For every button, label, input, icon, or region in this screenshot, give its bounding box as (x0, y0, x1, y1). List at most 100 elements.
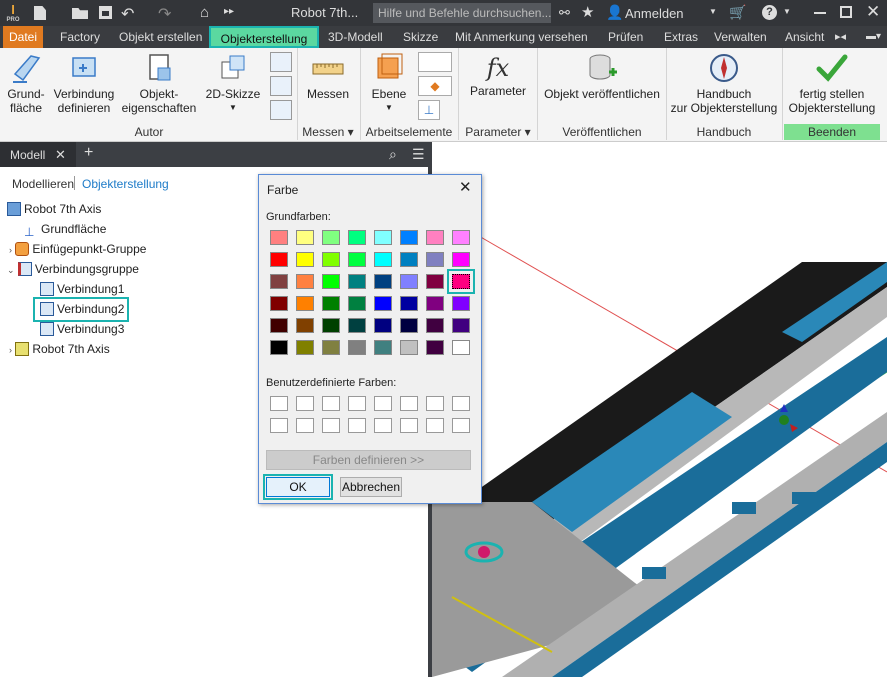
group-parameter-label[interactable]: Parameter ▾ (460, 124, 536, 140)
basic-color-swatch[interactable] (322, 296, 340, 311)
basic-color-swatch[interactable] (426, 296, 444, 311)
help-dropdown-icon[interactable]: ▼ (783, 7, 791, 16)
basic-color-swatch[interactable] (270, 340, 288, 355)
axis-tool-icon[interactable] (418, 52, 452, 72)
cart-icon[interactable]: 🛒 (729, 4, 746, 21)
custom-color-swatch[interactable] (348, 418, 366, 433)
basic-color-swatch[interactable] (452, 296, 470, 311)
handbuch-button[interactable]: Handbuch zur Objekterstellung (668, 52, 780, 120)
close-window-icon[interactable]: ✕ (866, 2, 880, 22)
basic-color-swatch[interactable] (296, 318, 314, 333)
tab-anmerkung[interactable]: Mit Anmerkung versehen (455, 26, 588, 48)
custom-color-swatch[interactable] (400, 396, 418, 411)
redo-icon[interactable]: ↷ (158, 4, 171, 24)
basic-color-swatch[interactable] (270, 230, 288, 245)
verbindung-definieren-button[interactable]: Verbindung definieren (50, 52, 118, 120)
basic-color-swatch[interactable] (322, 274, 340, 289)
tab-factory[interactable]: Factory (60, 26, 100, 48)
ok-button[interactable]: OK (263, 474, 333, 500)
basic-color-swatch[interactable] (452, 340, 470, 355)
basic-color-swatch[interactable] (348, 252, 366, 267)
help-search-input[interactable]: Hilfe und Befehle durchsuchen... (373, 3, 551, 23)
basic-color-swatch[interactable] (452, 252, 470, 267)
basic-color-swatch[interactable] (296, 274, 314, 289)
signin-link[interactable]: Anmelden (625, 6, 684, 21)
basic-color-swatch[interactable] (270, 274, 288, 289)
basic-color-swatch[interactable] (426, 340, 444, 355)
tab-objekterstellung[interactable]: Objekterstellung (209, 26, 319, 48)
basic-color-swatch[interactable] (426, 252, 444, 267)
custom-color-swatch[interactable] (452, 396, 470, 411)
objekt-eigenschaften-button[interactable]: Objekt- eigenschaften (118, 52, 200, 120)
tree-item-einfuegepunkt[interactable]: › Einfügepunkt-Gruppe (9, 241, 146, 257)
cancel-button[interactable]: Abbrechen (340, 477, 402, 497)
basic-color-swatch[interactable] (426, 230, 444, 245)
2d-skizze-button[interactable]: 2D-Skizze ▼ (202, 52, 264, 120)
custom-color-swatch[interactable] (322, 418, 340, 433)
basic-color-swatch[interactable] (400, 274, 418, 289)
grundflaeche-button[interactable]: Grund- fläche (2, 52, 50, 120)
tab-ansicht[interactable]: Ansicht (785, 26, 824, 48)
save-icon[interactable] (99, 6, 112, 19)
basic-color-swatch[interactable] (270, 318, 288, 333)
more-icon[interactable]: ▸▸ (224, 6, 234, 17)
custom-color-swatch[interactable] (426, 418, 444, 433)
tree-item-verbindung3[interactable]: Verbindung3 (40, 321, 124, 337)
basic-color-swatch[interactable] (296, 340, 314, 355)
tab-3d-modell[interactable]: 3D-Modell (328, 26, 383, 48)
tree-item-verbindung1[interactable]: Verbindung1 (40, 281, 124, 297)
tree-item-verbindungsgruppe[interactable]: ⌄ Verbindungsgruppe (7, 261, 139, 277)
basic-color-swatch[interactable] (374, 252, 392, 267)
expand-icon[interactable]: › (9, 345, 12, 355)
basic-color-swatch[interactable] (296, 252, 314, 267)
custom-color-swatch[interactable] (296, 418, 314, 433)
new-file-icon[interactable] (34, 6, 46, 20)
tree-item-robot-body[interactable]: › Robot 7th Axis (9, 341, 110, 357)
basic-color-swatch[interactable] (400, 296, 418, 311)
small-tool-2-icon[interactable] (270, 76, 292, 96)
custom-color-swatch[interactable] (400, 418, 418, 433)
objekt-veroeffentlichen-button[interactable]: Objekt veröffentlichen (540, 52, 664, 120)
basic-color-swatch[interactable] (374, 296, 392, 311)
basic-color-swatch[interactable] (322, 318, 340, 333)
small-tool-3-icon[interactable] (270, 100, 292, 120)
tab-verwalten[interactable]: Verwalten (714, 26, 767, 48)
subtab-objekterstellung[interactable]: Objekterstellung (82, 177, 169, 191)
subtab-modellieren[interactable]: Modellieren (12, 177, 74, 191)
tab-pruefen[interactable]: Prüfen (608, 26, 643, 48)
search-icon[interactable]: ⌕ (389, 146, 397, 163)
tab-datei[interactable]: Datei (3, 26, 43, 48)
basic-color-swatch[interactable] (400, 252, 418, 267)
basic-color-swatch[interactable] (426, 318, 444, 333)
define-colors-button[interactable]: Farben definieren >> (266, 450, 471, 470)
basic-color-swatch[interactable] (348, 318, 366, 333)
collapse-icon[interactable]: ⌄ (7, 265, 15, 275)
custom-color-swatch[interactable] (322, 396, 340, 411)
custom-color-swatch[interactable] (270, 396, 288, 411)
tree-item-verbindung2[interactable]: Verbindung2 (32, 297, 130, 322)
custom-color-swatch[interactable] (296, 396, 314, 411)
custom-color-swatch[interactable] (374, 396, 392, 411)
close-tab-icon[interactable]: ✕ (55, 147, 66, 163)
basic-color-swatch[interactable] (296, 296, 314, 311)
basic-color-swatch[interactable] (270, 252, 288, 267)
minimize-icon[interactable] (814, 12, 826, 14)
point-tool-icon[interactable]: ◆ (418, 76, 452, 96)
selected-color-swatch[interactable] (447, 269, 475, 294)
custom-color-swatch[interactable] (348, 396, 366, 411)
ebene-button[interactable]: Ebene ▼ (364, 52, 414, 120)
ucs-tool-icon[interactable]: ⊥ (418, 100, 440, 120)
star-icon[interactable]: ★ (581, 3, 594, 21)
custom-color-swatch[interactable] (452, 418, 470, 433)
binoculars-icon[interactable]: ⚯ (559, 5, 570, 21)
tab-overflow-icon[interactable]: ▸◂ (835, 26, 846, 48)
tab-objekt-erstellen[interactable]: Objekt erstellen (119, 26, 202, 48)
basic-color-swatch[interactable] (400, 230, 418, 245)
menu-icon[interactable]: ☰ (412, 146, 425, 163)
basic-color-swatch[interactable] (452, 230, 470, 245)
tree-item-grundflaeche[interactable]: ⊥ Grundfläche (24, 221, 106, 239)
basic-color-swatch[interactable] (374, 274, 392, 289)
basic-color-swatch[interactable] (270, 296, 288, 311)
tree-item-root[interactable]: Robot 7th Axis (7, 201, 101, 217)
basic-color-swatch[interactable] (296, 230, 314, 245)
